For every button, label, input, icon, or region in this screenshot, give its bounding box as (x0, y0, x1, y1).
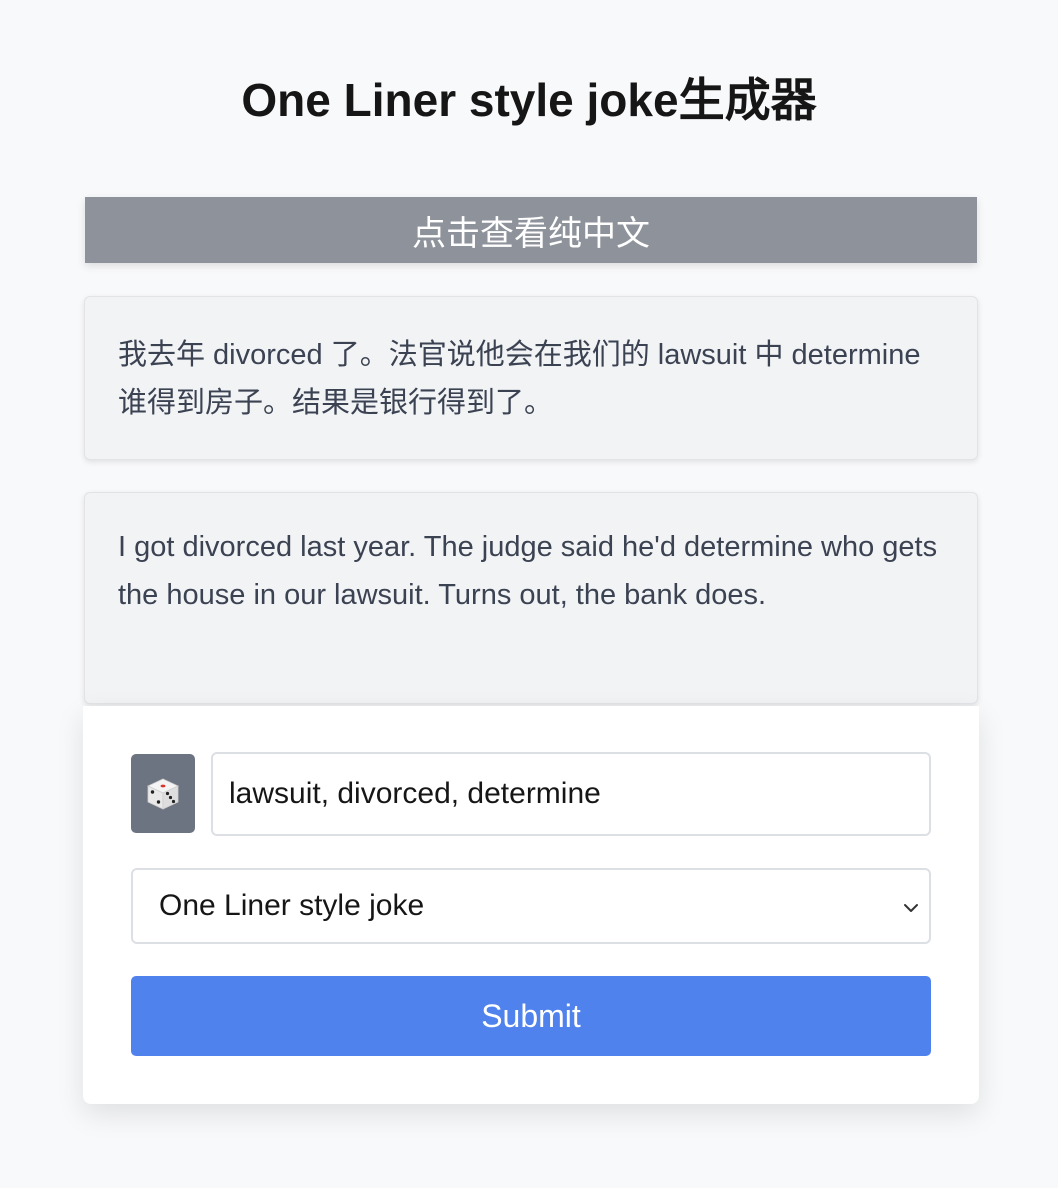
joke-card-english: I got divorced last year. The judge said… (84, 492, 978, 704)
show-chinese-toggle[interactable]: 点击查看纯中文 (85, 197, 977, 263)
generator-form: One Liner style joke Submit (83, 706, 979, 1104)
joke-style-select[interactable]: One Liner style joke (131, 868, 931, 944)
joke-card-mixed: 我去年 divorced 了。法官说他会在我们的 lawsuit 中 deter… (84, 296, 978, 460)
keywords-input[interactable] (211, 752, 931, 836)
submit-button[interactable]: Submit (131, 976, 931, 1056)
joke-text-english: I got divorced last year. The judge said… (118, 531, 938, 611)
chevron-down-icon (904, 904, 918, 912)
dice-icon (147, 778, 179, 810)
joke-style-selected-value: One Liner style joke (159, 889, 425, 922)
show-chinese-toggle-label: 点击查看纯中文 (412, 214, 650, 253)
page-title: One Liner style joke生成器 (241, 74, 817, 126)
random-keywords-button[interactable] (131, 754, 195, 833)
joke-text-mixed: 我去年 divorced 了。法官说他会在我们的 lawsuit 中 deter… (118, 339, 921, 419)
